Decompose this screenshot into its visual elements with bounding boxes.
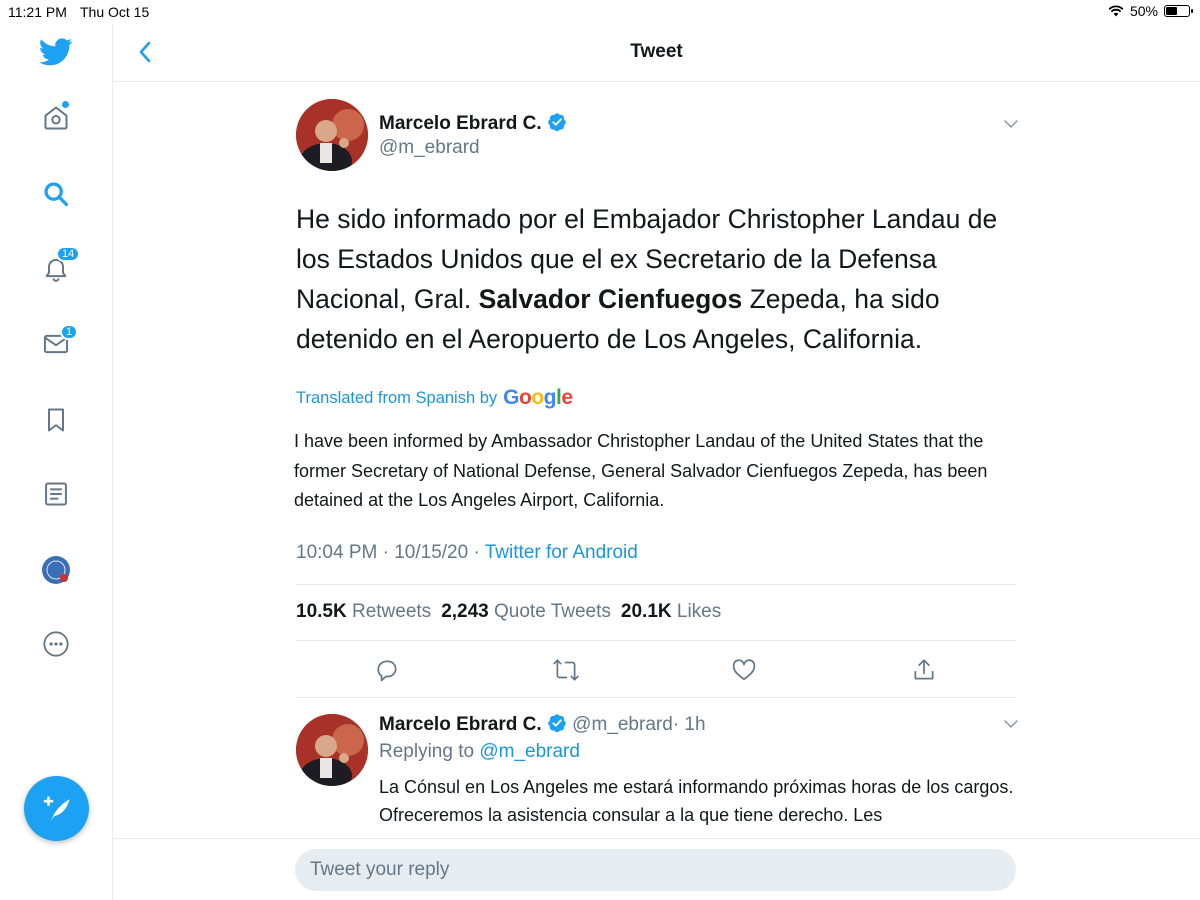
more-icon bbox=[43, 631, 69, 657]
reply-bar bbox=[113, 838, 1200, 900]
reply-button[interactable] bbox=[372, 655, 402, 685]
list-icon bbox=[45, 482, 67, 506]
retweets-stat[interactable]: 10.5K Retweets bbox=[296, 601, 431, 623]
share-button[interactable] bbox=[909, 655, 939, 685]
tweet-source-link[interactable]: Twitter for Android bbox=[485, 542, 638, 563]
reply-author-avatar[interactable] bbox=[296, 714, 368, 786]
reply-menu-button[interactable] bbox=[1001, 714, 1021, 734]
messages-badge: 1 bbox=[60, 324, 79, 340]
reply-icon bbox=[377, 660, 397, 682]
tweet-text-bold: Salvador Cienfuegos bbox=[478, 284, 743, 314]
author-handle[interactable]: @m_ebrard bbox=[379, 137, 480, 159]
reply-author-name[interactable]: Marcelo Ebrard C. @m_ebrard· 1h bbox=[379, 713, 706, 736]
quote-tweets-stat[interactable]: 2,243 Quote Tweets bbox=[441, 601, 611, 623]
reply-time: · 1h bbox=[672, 714, 706, 735]
tweet-text: He sido informado por el Embajador Chris… bbox=[296, 204, 998, 354]
retweet-button[interactable] bbox=[551, 655, 581, 685]
verified-badge-icon bbox=[548, 113, 566, 132]
page-header: Tweet bbox=[113, 24, 1200, 82]
sidebar-item-lists[interactable] bbox=[36, 474, 76, 514]
chevron-down-icon bbox=[1004, 120, 1018, 129]
like-icon bbox=[732, 659, 756, 681]
status-right: 50% bbox=[1108, 3, 1193, 19]
divider bbox=[296, 584, 1016, 585]
replying-to-handle[interactable]: @m_ebrard bbox=[479, 741, 580, 762]
verified-badge-icon bbox=[548, 714, 566, 733]
sidebar-item-bookmarks[interactable] bbox=[36, 400, 76, 440]
author-name[interactable]: Marcelo Ebrard C. bbox=[379, 112, 567, 135]
sidebar-item-messages[interactable]: 1 bbox=[36, 324, 79, 364]
sidebar-item-explore[interactable] bbox=[36, 174, 76, 214]
reply-input[interactable] bbox=[295, 849, 1016, 891]
tweet-menu-button[interactable] bbox=[1001, 114, 1021, 134]
tweet-translation: I have been informed by Ambassador Chris… bbox=[294, 431, 988, 510]
battery-percent: 50% bbox=[1129, 3, 1158, 19]
tweet-actions bbox=[296, 655, 1016, 685]
tweet-timestamp: 10:04 PM · 10/15/20 · bbox=[296, 542, 485, 563]
sidebar: 14 1 bbox=[0, 24, 113, 900]
author-avatar[interactable] bbox=[296, 99, 368, 171]
tweet-stats: 10.5K Retweets 2,243 Quote Tweets 20.1K … bbox=[296, 601, 721, 623]
wifi-icon bbox=[1108, 5, 1124, 17]
sidebar-item-more[interactable] bbox=[36, 624, 76, 664]
divider bbox=[296, 697, 1016, 698]
google-logo: Google bbox=[503, 386, 573, 409]
bookmark-icon bbox=[48, 408, 64, 432]
likes-stat[interactable]: 20.1K Likes bbox=[621, 601, 721, 623]
divider bbox=[296, 640, 1016, 641]
reply-text: La Cónsul en Los Angeles me estará infor… bbox=[379, 777, 1014, 825]
compose-tweet-button[interactable] bbox=[24, 776, 89, 841]
status-time: 11:21 PM bbox=[8, 4, 67, 20]
sidebar-item-notifications[interactable]: 14 bbox=[36, 246, 81, 288]
status-bar: 11:21 PM Thu Oct 15 50% bbox=[0, 0, 1200, 24]
status-date: Thu Oct 15 bbox=[80, 4, 150, 20]
retweet-icon bbox=[553, 659, 579, 681]
twitter-bird-icon[interactable] bbox=[36, 32, 76, 72]
battery-icon bbox=[1164, 5, 1193, 17]
compose-tweet-icon bbox=[43, 795, 70, 820]
reply-author-handle[interactable]: @m_ebrard bbox=[572, 714, 673, 735]
translated-by[interactable]: Translated from Spanish by Google bbox=[296, 386, 573, 410]
page-title: Tweet bbox=[630, 41, 683, 62]
sidebar-item-home[interactable] bbox=[36, 98, 76, 138]
chevron-down-icon bbox=[1004, 720, 1018, 729]
notifications-badge: 14 bbox=[56, 246, 81, 262]
search-icon bbox=[44, 182, 69, 207]
tweet-meta: 10:04 PM · 10/15/20 · Twitter for Androi… bbox=[296, 542, 638, 564]
share-icon bbox=[914, 659, 934, 680]
home-new-dot bbox=[61, 100, 70, 109]
avatar bbox=[42, 556, 70, 584]
sidebar-item-profile[interactable] bbox=[36, 550, 76, 590]
like-button[interactable] bbox=[729, 655, 759, 685]
replying-to: Replying to @m_ebrard bbox=[379, 741, 580, 762]
